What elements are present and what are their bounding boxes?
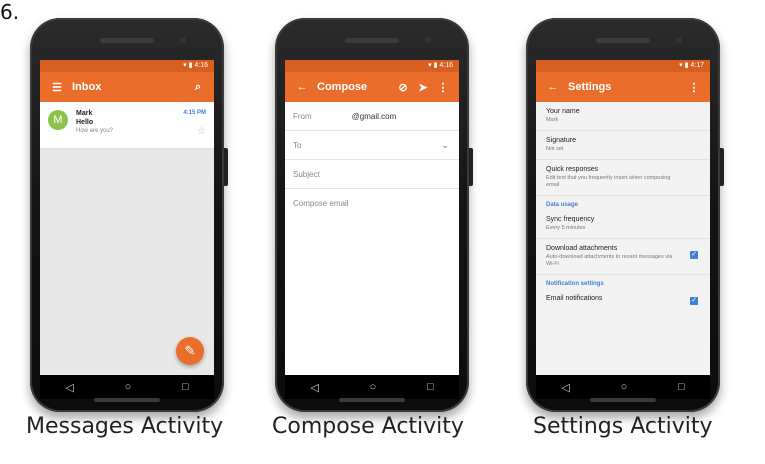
back-icon[interactable]: ◁ [561,381,569,394]
subject-placeholder: Subject [293,169,320,179]
subject-field[interactable]: Subject [285,160,459,189]
phone-compose: ▾ ▮ 4:16 ← Compose ⊘ ➤ ⋮ From @gmail.com… [275,18,473,412]
avatar: M [48,110,68,130]
back-icon[interactable]: ◁ [65,381,73,394]
nav-bar: ◁ ○ □ [285,375,459,399]
setting-title: Download attachments [546,245,618,252]
back-icon[interactable]: ◁ [310,381,318,394]
page-title: Compose [317,81,368,93]
body-field[interactable]: Compose email [285,189,459,217]
recents-icon[interactable]: □ [182,381,189,393]
message-subject: Hello [76,119,94,126]
email-notifications-checkbox[interactable]: ✓ [690,297,698,305]
screen-compose: ▾ ▮ 4:16 ← Compose ⊘ ➤ ⋮ From @gmail.com… [285,60,459,375]
app-bar: ← Settings ⋮ [536,72,710,102]
setting-download-attachments[interactable]: Download attachments Auto-download attac… [536,239,710,275]
signal-icon: ▾ ▮ [183,62,195,69]
star-icon[interactable]: ☆ [197,126,206,137]
app-bar: ☰ Inbox ⌕ [40,72,214,102]
status-time: 4:16 [439,62,453,69]
chevron-down-icon[interactable]: ⌄ [441,140,449,151]
home-icon[interactable]: ○ [370,381,377,393]
overflow-menu-icon[interactable]: ⋮ [433,81,453,94]
message-sender: Mark [76,110,93,117]
send-icon[interactable]: ➤ [413,81,433,94]
speaker [100,38,154,43]
compose-fab-button[interactable]: ✎ [176,337,204,365]
home-icon[interactable]: ○ [621,381,628,393]
status-time: 4:16 [194,62,208,69]
setting-subtitle: Not set [546,146,564,152]
phone-messages: ▾ ▮ 4:16 ☰ Inbox ⌕ M Mark Hello How are … [30,18,228,412]
camera [180,37,186,43]
from-label: From [293,111,312,121]
setting-sync-frequency[interactable]: Sync frequency Every 5 minutes [536,210,710,239]
speaker [345,38,399,43]
setting-signature[interactable]: Signature Not set [536,131,710,160]
list-item[interactable]: M Mark Hello How are you? 4:15 PM ☆ [40,102,214,149]
recents-icon[interactable]: □ [678,381,685,393]
from-value: @gmail.com [351,111,397,121]
recents-icon[interactable]: □ [427,381,434,393]
figure-number: 6. [0,0,20,24]
setting-title: Sync frequency [546,216,595,223]
to-label: To [293,140,302,150]
signal-icon: ▾ ▮ [428,62,440,69]
setting-email-notifications[interactable]: Email notifications ✓ [536,289,710,308]
setting-subtitle: Auto-download attachments to recent mess… [546,254,673,267]
page-title: Settings [568,81,612,93]
signal-icon: ▾ ▮ [679,62,691,69]
back-arrow-icon[interactable]: ← [291,81,313,93]
speaker-grille [339,398,405,402]
screen-inbox: ▾ ▮ 4:16 ☰ Inbox ⌕ M Mark Hello How are … [40,60,214,375]
attach-icon[interactable]: ⊘ [393,81,413,94]
caption-messages: Messages Activity [26,414,224,439]
status-time: 4:17 [690,62,704,69]
setting-title: Email notifications [546,295,603,302]
settings-list: Your name Mark Signature Not set Quick r… [536,102,710,375]
section-header-notifications: Notification settings [546,281,604,287]
nav-bar: ◁ ○ □ [40,375,214,399]
status-bar: ▾ ▮ 4:17 [536,60,710,72]
speaker-grille [590,398,656,402]
from-row[interactable]: From @gmail.com [285,102,459,131]
side-button [720,148,724,186]
to-field[interactable]: To ⌄ [285,131,459,160]
pencil-icon: ✎ [184,343,196,358]
status-bar: ▾ ▮ 4:16 [40,60,214,72]
setting-quick-responses[interactable]: Quick responses Edit text that you frequ… [536,160,710,196]
camera [676,37,682,43]
status-bar: ▾ ▮ 4:16 [285,60,459,72]
section-header-data-usage: Data usage [546,202,579,208]
back-arrow-icon[interactable]: ← [542,81,564,93]
caption-compose: Compose Activity [272,414,464,439]
setting-your-name[interactable]: Your name Mark [536,102,710,131]
search-icon[interactable]: ⌕ [188,81,208,94]
phone-settings: ▾ ▮ 4:17 ← Settings ⋮ Your name Mark Sig… [526,18,724,412]
download-attachments-checkbox[interactable]: ✓ [690,251,698,259]
screen-settings: ▾ ▮ 4:17 ← Settings ⋮ Your name Mark Sig… [536,60,710,375]
setting-title: Quick responses [546,166,599,173]
setting-subtitle: Every 5 minutes [546,225,586,231]
page-title: Inbox [72,81,102,93]
setting-subtitle: Mark [546,117,559,123]
menu-icon[interactable]: ☰ [46,81,68,94]
side-button [224,148,228,186]
speaker [596,38,650,43]
speaker-grille [94,398,160,402]
nav-bar: ◁ ○ □ [536,375,710,399]
setting-subtitle: Edit text that you frequently insert whe… [546,175,671,188]
overflow-menu-icon[interactable]: ⋮ [684,81,704,94]
compose-form: From @gmail.com To ⌄ Subject Compose ema… [285,102,459,375]
home-icon[interactable]: ○ [125,381,132,393]
body-placeholder: Compose email [293,198,349,208]
setting-title: Your name [546,108,580,115]
app-bar: ← Compose ⊘ ➤ ⋮ [285,72,459,102]
camera [425,37,431,43]
message-time: 4:15 PM [183,110,206,116]
setting-title: Signature [546,137,576,144]
message-snippet: How are you? [76,128,114,134]
caption-settings: Settings Activity [533,414,713,439]
side-button [469,148,473,186]
